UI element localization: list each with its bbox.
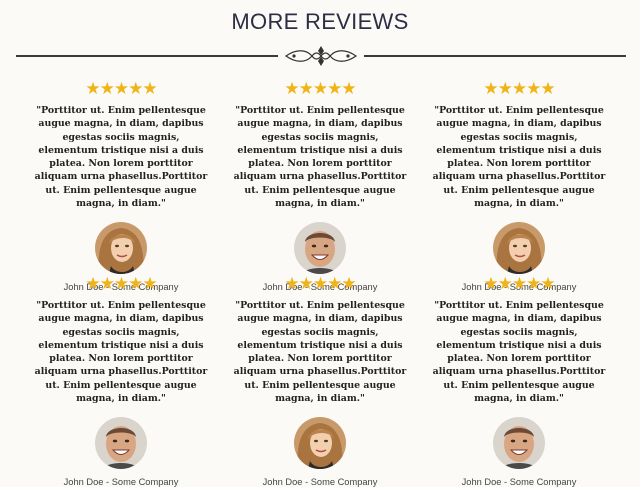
star-icon: ★	[341, 79, 356, 98]
star-icon: ★	[298, 79, 314, 98]
star-icon: ★	[341, 274, 356, 293]
review-quote: "Porttitor ut. Enim pellentesque augue m…	[233, 300, 407, 405]
review-author: John Doe - Some Company	[262, 477, 378, 487]
review-card: ★★★★★ "Porttitor ut. Enim pellentesque au…	[221, 80, 419, 293]
star-icon: ★	[312, 79, 328, 98]
avatar	[493, 222, 545, 275]
star-icon: ★	[327, 274, 342, 293]
star-icon: ★	[85, 274, 100, 293]
star-icon: ★	[497, 79, 513, 98]
star-rating: ★★★★★	[221, 275, 419, 293]
star-icon: ★	[540, 274, 555, 293]
star-icon: ★	[540, 79, 555, 98]
star-rating: ★★★★★	[420, 80, 618, 98]
review-card: ★★★★★ "Porttitor ut. Enim pellentesque au…	[420, 275, 618, 487]
star-icon: ★	[526, 79, 541, 98]
review-quote: "Porttitor ut. Enim pellentesque augue m…	[432, 105, 606, 210]
star-icon: ★	[128, 79, 143, 98]
star-icon: ★	[99, 274, 115, 293]
star-icon: ★	[113, 79, 129, 98]
review-card: ★★★★★ "Porttitor ut. Enim pellentesque au…	[420, 80, 618, 293]
star-icon: ★	[142, 274, 157, 293]
star-icon: ★	[298, 274, 314, 293]
star-icon: ★	[142, 79, 157, 98]
review-quote: "Porttitor ut. Enim pellentesque augue m…	[233, 105, 407, 210]
review-quote: "Porttitor ut. Enim pellentesque augue m…	[34, 300, 208, 405]
star-icon: ★	[312, 274, 328, 293]
section-title: MORE REVIEWS	[231, 9, 409, 34]
review-card: ★★★★★ "Porttitor ut. Enim pellentesque au…	[22, 275, 220, 487]
star-icon: ★	[526, 274, 541, 293]
star-icon: ★	[284, 274, 299, 293]
star-rating: ★★★★★	[420, 275, 618, 293]
review-card: ★★★★★ "Porttitor ut. Enim pellentesque au…	[22, 80, 220, 293]
star-rating: ★★★★★	[22, 275, 220, 293]
avatar	[493, 417, 545, 470]
star-rating: ★★★★★	[221, 80, 419, 98]
star-icon: ★	[284, 79, 299, 98]
star-icon: ★	[99, 79, 115, 98]
avatar	[294, 222, 346, 275]
avatar	[95, 222, 147, 275]
review-author: John Doe - Some Company	[461, 477, 577, 487]
star-icon: ★	[483, 274, 498, 293]
star-icon: ★	[327, 79, 342, 98]
avatar	[95, 417, 147, 470]
star-icon: ★	[511, 79, 527, 98]
star-rating: ★★★★★	[22, 80, 220, 98]
avatar	[294, 417, 346, 470]
star-icon: ★	[85, 79, 100, 98]
review-quote: "Porttitor ut. Enim pellentesque augue m…	[34, 105, 208, 210]
divider-line-left	[16, 55, 278, 57]
star-icon: ★	[511, 274, 527, 293]
review-card: ★★★★★ "Porttitor ut. Enim pellentesque au…	[221, 275, 419, 487]
star-icon: ★	[128, 274, 143, 293]
star-icon: ★	[483, 79, 498, 98]
review-quote: "Porttitor ut. Enim pellentesque augue m…	[432, 300, 606, 405]
divider-line-right	[364, 55, 626, 57]
title-divider	[16, 45, 626, 69]
star-icon: ★	[113, 274, 129, 293]
ornament-icon	[284, 46, 358, 66]
star-icon: ★	[497, 274, 513, 293]
review-author: John Doe - Some Company	[63, 477, 179, 487]
